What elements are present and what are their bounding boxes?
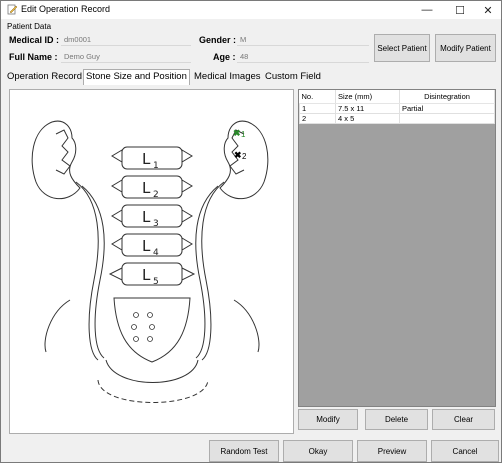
random-test-button[interactable]: Random Test <box>209 440 279 462</box>
gender-field[interactable]: M <box>237 33 369 46</box>
title-bar: Edit Operation Record — ☐ ✕ <box>1 1 501 19</box>
tab-strip: Operation Record Stone Size and Position… <box>1 69 501 85</box>
cell-no: 1 <box>299 102 336 114</box>
patient-data-group-label: Patient Data <box>7 22 52 31</box>
window-title: Edit Operation Record <box>21 4 111 14</box>
maximize-button[interactable]: ☐ <box>445 1 475 19</box>
cell-size: 4 x 5 <box>335 112 400 124</box>
bladder-outline <box>97 379 209 403</box>
tab-operation-record[interactable]: Operation Record <box>5 70 84 85</box>
cell-size: 7.5 x 11 <box>335 102 400 114</box>
left-renal-pelvis <box>55 129 71 175</box>
svg-text:2: 2 <box>242 152 247 161</box>
medical-id-label: Medical ID : <box>9 35 60 45</box>
table-row[interactable]: 1 7.5 x 11 Partial <box>299 102 495 114</box>
bladder-top <box>105 359 199 383</box>
left-ureter-inner <box>81 185 105 359</box>
vertebra-label-l2: L <box>142 179 151 197</box>
column-header-size[interactable]: Size (mm) <box>335 90 400 104</box>
cell-disintegration <box>399 112 495 124</box>
column-header-disintegration[interactable]: Disintegration <box>399 90 495 104</box>
close-button[interactable]: ✕ <box>473 1 502 19</box>
full-name-label: Full Name : <box>9 52 58 62</box>
modify-patient-button[interactable]: Modify Patient <box>435 34 496 62</box>
left-kidney <box>31 120 81 200</box>
vertebra-sub-l3: 3 <box>153 219 159 229</box>
vertebra-label-l3: L <box>142 208 151 226</box>
right-ureter-outer <box>201 181 225 361</box>
age-field[interactable]: 48 <box>237 50 369 63</box>
svg-text:✖: ✖ <box>233 128 241 138</box>
vertebra-label-l1: L <box>142 150 151 168</box>
gender-label: Gender : <box>199 35 237 45</box>
edit-operation-record-window: Edit Operation Record — ☐ ✕ Patient Data… <box>0 0 502 463</box>
sacrum <box>113 297 191 363</box>
medical-id-field[interactable]: dm0001 <box>61 33 191 46</box>
preview-button[interactable]: Preview <box>357 440 427 462</box>
cancel-button[interactable]: Cancel <box>431 440 499 462</box>
cell-disintegration: Partial <box>399 102 495 114</box>
table-row[interactable]: 2 4 x 5 <box>299 112 495 124</box>
column-header-no[interactable]: No. <box>299 90 336 104</box>
vertebra-sub-l4: 4 <box>153 248 159 258</box>
minimize-button[interactable]: — <box>412 1 442 19</box>
left-ureter-outer <box>75 181 99 361</box>
tab-stone-size-position[interactable]: Stone Size and Position <box>83 69 190 85</box>
right-ureter-inner <box>195 185 219 359</box>
pelvis-outline <box>44 299 260 353</box>
vertebra-sub-l5: 5 <box>153 277 159 287</box>
urinary-tract-illustration: L1 L2 L3 L4 L5 ✖ 1 ✖ 2 <box>31 120 269 403</box>
select-patient-button[interactable]: Select Patient <box>374 34 430 62</box>
delete-stone-button[interactable]: Delete <box>365 409 428 430</box>
svg-text:✖: ✖ <box>234 150 242 160</box>
okay-button[interactable]: Okay <box>283 440 353 462</box>
age-label: Age : <box>213 52 236 62</box>
sacral-foramina <box>131 312 155 342</box>
svg-text:1: 1 <box>241 130 246 139</box>
vertebra-label-l4: L <box>142 237 151 255</box>
edit-record-icon <box>7 4 18 15</box>
vertebra-labels: L1 L2 L3 L4 L5 <box>142 150 159 287</box>
stone-marker-2[interactable]: ✖ 2 <box>234 150 247 161</box>
vertebra-label-l5: L <box>142 266 151 284</box>
cell-no: 2 <box>299 112 336 124</box>
vertebra-sub-l1: 1 <box>153 161 159 171</box>
urinary-tract-diagram[interactable]: L1 L2 L3 L4 L5 ✖ 1 ✖ 2 <box>9 89 294 434</box>
full-name-field[interactable]: Demo Guy <box>61 50 191 63</box>
clear-stones-button[interactable]: Clear <box>432 409 495 430</box>
stones-table-container[interactable]: No. Size (mm) Disintegration 1 7.5 x 11 … <box>298 89 496 407</box>
stones-table: No. Size (mm) Disintegration 1 7.5 x 11 … <box>299 90 495 124</box>
tab-custom-field[interactable]: Custom Field <box>263 70 323 85</box>
stone-marker-1[interactable]: ✖ 1 <box>233 128 246 139</box>
vertebrae-column <box>108 146 196 286</box>
modify-stone-button[interactable]: Modify <box>298 409 358 430</box>
vertebra-sub-l2: 2 <box>153 190 159 200</box>
tab-medical-images[interactable]: Medical Images <box>192 70 263 85</box>
